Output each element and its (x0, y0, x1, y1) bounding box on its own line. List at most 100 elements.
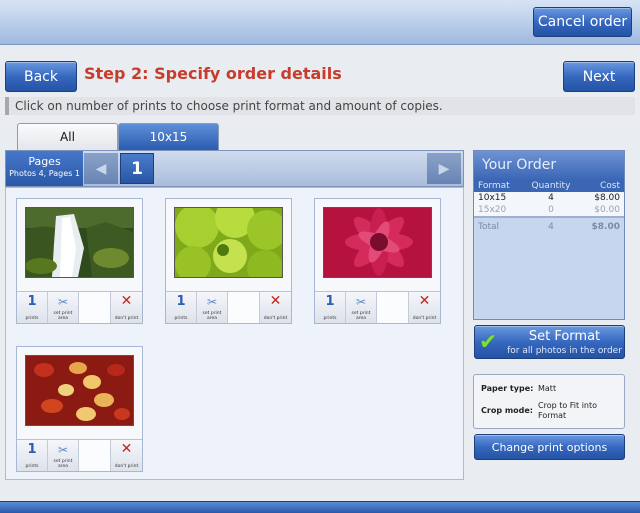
order-format: 15x20 (478, 205, 507, 215)
prints-label: prints (174, 316, 188, 321)
chevron-left-icon: ◀ (95, 160, 107, 177)
set-print-area-label: set print area (351, 311, 371, 321)
dont-print-button[interactable]: ✕ don't print (260, 292, 291, 323)
page-number-button[interactable]: 1 (120, 153, 154, 184)
photo-actions: 1 prints ✂ set print area ✕ don't print (17, 439, 142, 471)
crop-icon: ✂ (57, 295, 69, 309)
dont-print-label: don't print (114, 316, 139, 321)
prints-count-button[interactable]: 1 prints (17, 292, 48, 323)
empty-slot (79, 292, 111, 323)
photo-card-waterfall[interactable]: 1 prints ✂ set print area ✕ don't print (16, 198, 143, 324)
order-row: 15x20 0 $0.00 (474, 204, 624, 217)
prints-count: 1 (27, 294, 37, 309)
set-format-button[interactable]: ✔ Set Format for all photos in the order (474, 325, 625, 359)
col-cost: Cost (579, 180, 624, 192)
waterfall-thumbnail[interactable] (25, 207, 134, 278)
crop-mode-label: Crop mode: (481, 406, 534, 415)
photo-card-autumn-leaves[interactable]: 1 prints ✂ set print area ✕ don't print (16, 346, 143, 472)
prints-label: prints (25, 464, 39, 469)
prev-page-button[interactable]: ◀ (84, 153, 118, 184)
order-row: 10x15 4 $8.00 (474, 192, 624, 204)
order-title: Your Order (474, 151, 624, 180)
chevron-right-icon: ▶ (438, 160, 450, 177)
pages-bar: Pages Photos 4, Pages 1 ◀ 1 ▶ (5, 150, 464, 187)
prints-count-button[interactable]: 1 prints (17, 440, 48, 471)
crop-icon: ✂ (355, 295, 367, 309)
set-print-area-label: set print area (202, 311, 222, 321)
set-print-area-label: set print area (53, 311, 73, 321)
empty-slot (377, 292, 409, 323)
set-print-area-label: set print area (53, 459, 73, 469)
crop-icon: ✂ (206, 295, 218, 309)
dont-print-button[interactable]: ✕ don't print (111, 292, 142, 323)
set-print-area-button[interactable]: ✂ set print area (48, 292, 79, 323)
photo-actions: 1 prints ✂ set print area ✕ don't print (17, 291, 142, 323)
next-button[interactable]: Next (563, 61, 635, 92)
set-print-area-button[interactable]: ✂ set print area (197, 292, 228, 323)
total-qty: 4 (548, 222, 554, 232)
prints-count-button[interactable]: 1 prints (315, 292, 346, 323)
order-qty: 4 (548, 193, 554, 203)
set-print-area-button[interactable]: ✂ set print area (346, 292, 377, 323)
close-icon: ✕ (120, 441, 133, 457)
total-cost: $8.00 (591, 222, 620, 232)
col-quantity: Quantity (522, 180, 580, 192)
tab-10x15[interactable]: 10x15 (118, 123, 219, 150)
instruction-text: Click on number of prints to choose prin… (5, 97, 635, 115)
empty-slot (79, 440, 111, 471)
pages-summary: Photos 4, Pages 1 (9, 169, 80, 178)
next-page-button[interactable]: ▶ (427, 153, 461, 184)
top-bar: Cancel order (0, 0, 640, 45)
set-format-title: Set Format (528, 329, 601, 344)
photo-grid: 1 prints ✂ set print area ✕ don't print (5, 187, 464, 480)
prints-count: 1 (27, 442, 37, 457)
empty-slot (228, 292, 260, 323)
order-format: 10x15 (478, 193, 507, 203)
change-print-options-button[interactable]: Change print options (474, 434, 625, 460)
col-format: Format (474, 180, 523, 192)
dont-print-label: don't print (114, 464, 139, 469)
close-icon: ✕ (269, 293, 282, 309)
pages-label: Pages Photos 4, Pages 1 (6, 151, 83, 186)
dont-print-button[interactable]: ✕ don't print (409, 292, 440, 323)
photo-actions: 1 prints ✂ set print area ✕ don't print (166, 291, 291, 323)
prints-label: prints (323, 316, 337, 321)
prints-count-button[interactable]: 1 prints (166, 292, 197, 323)
tab-all[interactable]: All (17, 123, 118, 150)
prints-label: prints (25, 316, 39, 321)
dont-print-label: don't print (412, 316, 437, 321)
crop-mode-value: Crop to Fit into Format (538, 401, 598, 420)
order-header-row: Format Quantity Cost (474, 180, 624, 192)
order-table: Format Quantity Cost 10x15 4 $8.00 15x20… (474, 180, 624, 233)
crop-icon: ✂ (57, 443, 69, 457)
photo-card-green-succulent[interactable]: 1 prints ✂ set print area ✕ don't print (165, 198, 292, 324)
pink-dahlia-thumbnail[interactable] (323, 207, 432, 278)
order-total-row: Total 4 $8.00 (474, 217, 624, 233)
pages-title: Pages (28, 155, 61, 168)
checkmark-icon: ✔ (479, 330, 498, 355)
set-format-subtitle: for all photos in the order (507, 346, 622, 356)
order-qty: 0 (548, 205, 554, 215)
photo-actions: 1 prints ✂ set print area ✕ don't print (315, 291, 440, 323)
set-print-area-button[interactable]: ✂ set print area (48, 440, 79, 471)
bottom-bar (0, 501, 640, 513)
paper-type-label: Paper type: (481, 384, 534, 393)
prints-count: 1 (325, 294, 335, 309)
dont-print-label: don't print (263, 316, 288, 321)
autumn-leaves-thumbnail[interactable] (25, 355, 134, 426)
page-title: Step 2: Specify order details (84, 64, 342, 83)
cancel-order-button[interactable]: Cancel order (533, 7, 632, 37)
close-icon: ✕ (418, 293, 431, 309)
order-cost: $8.00 (594, 193, 620, 203)
your-order-panel: Your Order Format Quantity Cost 10x15 4 … (473, 150, 625, 320)
total-label: Total (478, 222, 500, 232)
close-icon: ✕ (120, 293, 133, 309)
prints-count: 1 (176, 294, 186, 309)
print-options-info: Paper type: Matt Crop mode: Crop to Fit … (473, 374, 625, 429)
back-button[interactable]: Back (5, 61, 77, 92)
photo-card-pink-dahlia[interactable]: 1 prints ✂ set print area ✕ don't print (314, 198, 441, 324)
green-succulent-thumbnail[interactable] (174, 207, 283, 278)
order-cost: $0.00 (594, 205, 620, 215)
paper-type-value: Matt (538, 384, 557, 393)
dont-print-button[interactable]: ✕ don't print (111, 440, 142, 471)
